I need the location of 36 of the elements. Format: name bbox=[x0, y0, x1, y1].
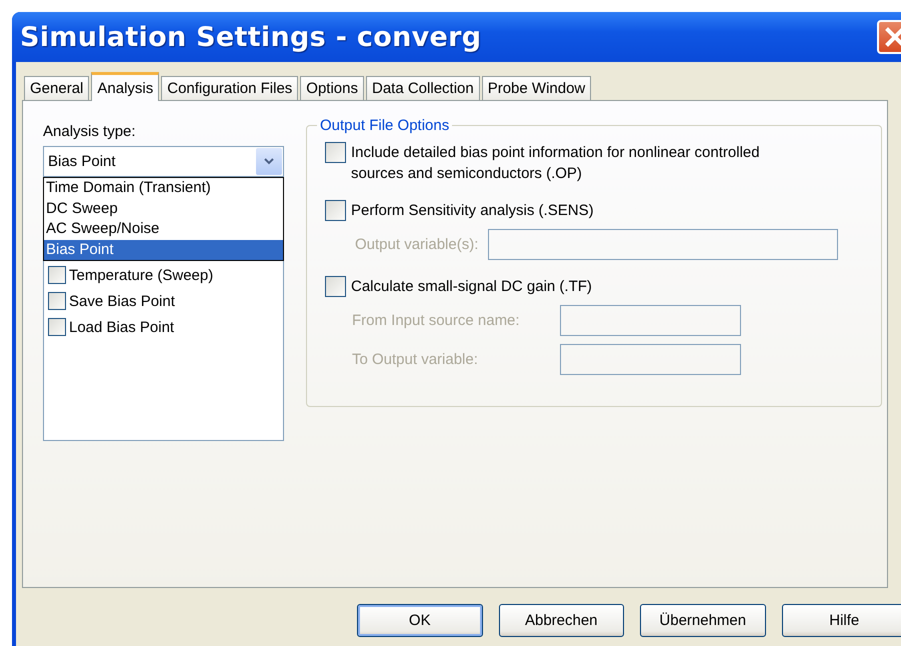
dropdown-option[interactable]: DC Sweep bbox=[44, 198, 283, 219]
field-label: To Output variable: bbox=[352, 351, 479, 368]
tab[interactable]: Probe Window bbox=[482, 76, 592, 100]
close-icon bbox=[884, 26, 901, 48]
checkbox[interactable] bbox=[325, 200, 346, 221]
dropdown-button[interactable] bbox=[256, 148, 282, 175]
dropdown-option[interactable]: Time Domain (Transient) bbox=[44, 178, 283, 198]
chevron-icon bbox=[264, 158, 274, 165]
field-label: From Input source name: bbox=[352, 312, 521, 329]
checkbox[interactable] bbox=[325, 142, 346, 163]
option-label[interactable]: Save Bias Point bbox=[69, 292, 175, 310]
window-title: Simulation Settings - converg bbox=[20, 22, 482, 52]
tab[interactable]: General bbox=[24, 76, 90, 100]
dialog-button[interactable]: Hilfe bbox=[782, 604, 901, 637]
option-label[interactable]: Load Bias Point bbox=[69, 318, 174, 336]
dropdown-option[interactable]: Bias Point bbox=[44, 240, 283, 260]
dialog-button[interactable]: Abbrechen bbox=[498, 604, 624, 637]
tab[interactable]: Options bbox=[300, 76, 364, 100]
dialog-button[interactable]: Übernehmen bbox=[640, 604, 766, 637]
analysis-type-dropdown[interactable]: Bias Point bbox=[43, 146, 284, 177]
tab[interactable]: Analysis bbox=[91, 72, 160, 101]
dropdown-option[interactable]: AC Sweep/Noise bbox=[44, 219, 283, 240]
checkbox[interactable] bbox=[48, 292, 66, 310]
checkbox[interactable] bbox=[325, 276, 346, 297]
checkbox-label[interactable]: Include detailed bias point information for nonlinear controlled sources and semiconductors (.OP) bbox=[351, 142, 813, 184]
group-title: Output File Options bbox=[319, 117, 450, 134]
checkbox-label[interactable]: Perform Sensitivity analysis (.SENS) bbox=[351, 200, 813, 221]
tab[interactable]: Configuration Files bbox=[161, 76, 298, 100]
analysis-type-label: Analysis type: bbox=[43, 123, 137, 140]
checkbox[interactable] bbox=[48, 318, 66, 336]
field-label: Output variable(s): bbox=[355, 236, 478, 253]
dialog-button[interactable]: OK bbox=[357, 604, 482, 637]
tab[interactable]: Data Collection bbox=[366, 76, 480, 100]
option-label[interactable]: Temperature (Sweep) bbox=[69, 266, 214, 284]
checkbox-label[interactable]: Calculate small-signal DC gain (.TF) bbox=[351, 276, 813, 297]
checkbox[interactable] bbox=[48, 266, 66, 284]
